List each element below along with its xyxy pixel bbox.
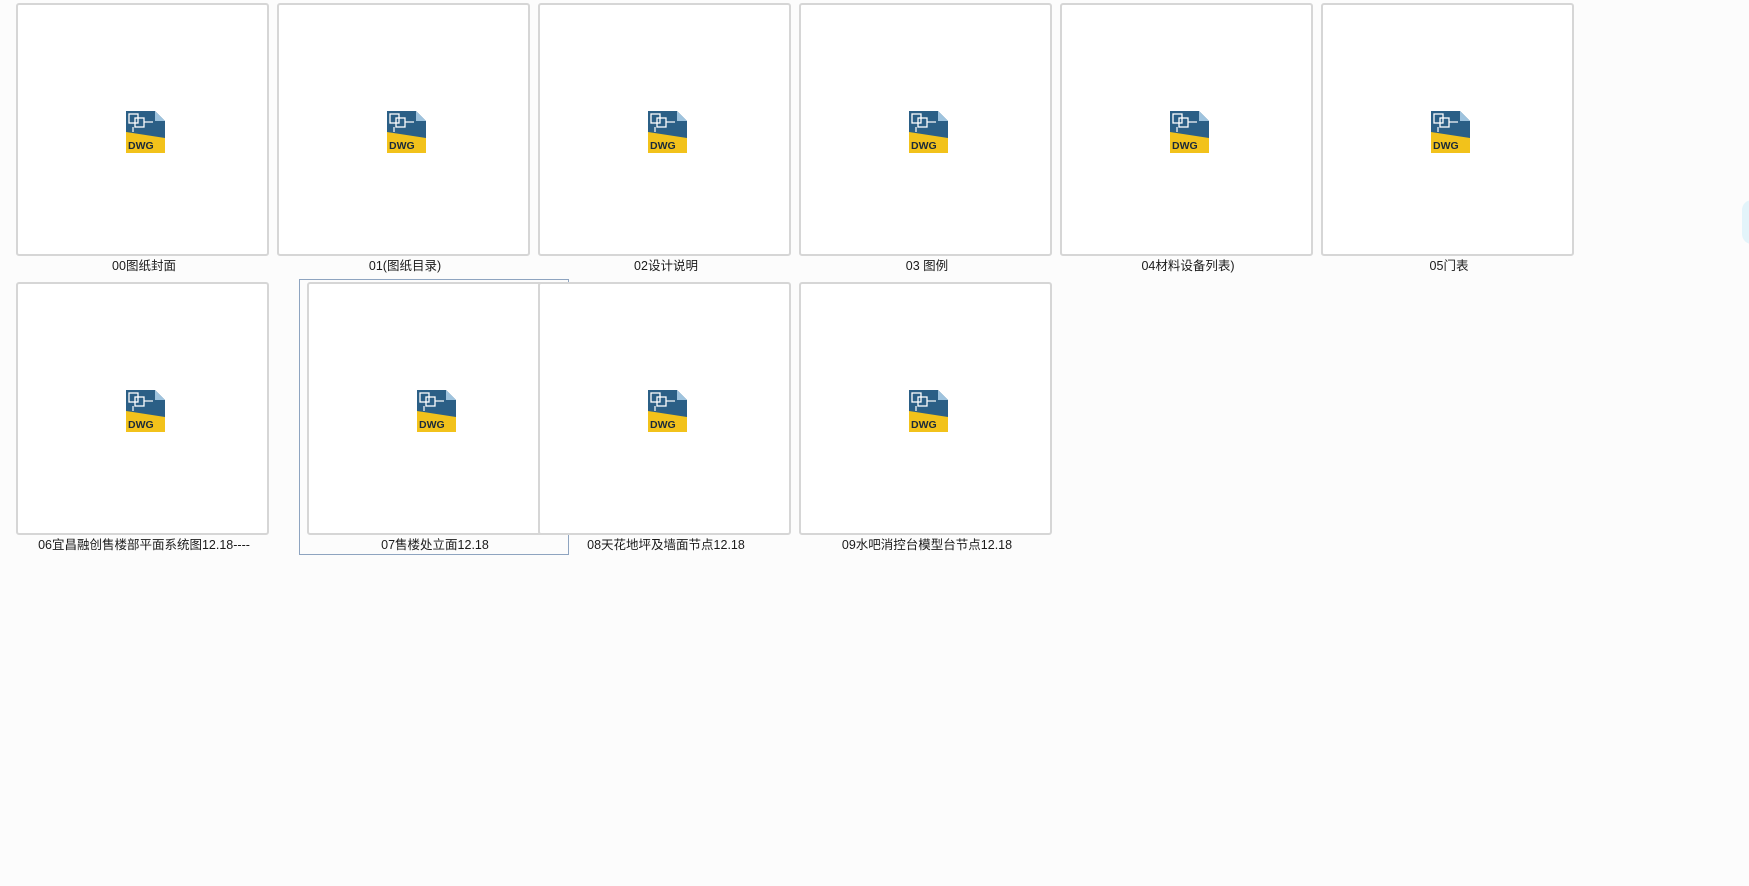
file-name[interactable]: 08天花地坪及墙面节点12.18 xyxy=(531,538,801,552)
file-item[interactable]: DWG 05门表 xyxy=(1313,0,1583,276)
dwg-file-icon: DWG xyxy=(1431,111,1470,153)
svg-text:DWG: DWG xyxy=(419,419,445,431)
file-thumbnail[interactable]: DWG xyxy=(799,282,1052,535)
file-item[interactable]: DWG 09水吧消控台模型台节点12.18 xyxy=(791,279,1061,555)
file-grid: DWG 00图纸封面 DWG 01(图纸目录) DWG 02设计说明 DWG 0… xyxy=(0,0,1749,886)
dwg-file-icon: DWG xyxy=(126,390,165,432)
file-name[interactable]: 09水吧消控台模型台节点12.18 xyxy=(792,538,1062,552)
dwg-file-icon: DWG xyxy=(909,111,948,153)
svg-text:DWG: DWG xyxy=(389,140,415,152)
file-name[interactable]: 00图纸封面 xyxy=(9,259,279,273)
file-thumbnail[interactable]: DWG xyxy=(799,3,1052,256)
dwg-file-icon: DWG xyxy=(417,390,456,432)
dwg-file-icon: DWG xyxy=(909,390,948,432)
file-item[interactable]: DWG 08天花地坪及墙面节点12.18 xyxy=(530,279,800,555)
file-thumbnail[interactable]: DWG xyxy=(16,282,269,535)
file-name[interactable]: 01(图纸目录) xyxy=(270,259,540,273)
file-thumbnail[interactable]: DWG xyxy=(277,3,530,256)
file-thumbnail[interactable]: DWG xyxy=(1060,3,1313,256)
dwg-file-icon: DWG xyxy=(648,390,687,432)
svg-text:DWG: DWG xyxy=(650,419,676,431)
file-item[interactable]: DWG 06宜昌融创售楼部平面系统图12.18---- xyxy=(8,279,278,555)
svg-text:DWG: DWG xyxy=(911,419,937,431)
dwg-file-icon: DWG xyxy=(648,111,687,153)
edge-bubble xyxy=(1742,200,1749,244)
svg-text:DWG: DWG xyxy=(1172,140,1198,152)
svg-text:DWG: DWG xyxy=(911,140,937,152)
file-item[interactable]: DWG 02设计说明 xyxy=(530,0,800,276)
file-thumbnail[interactable]: DWG xyxy=(538,3,791,256)
file-item[interactable]: DWG 03 图例 xyxy=(791,0,1061,276)
dwg-file-icon: DWG xyxy=(126,111,165,153)
file-thumbnail[interactable]: DWG xyxy=(16,3,269,256)
svg-text:DWG: DWG xyxy=(1433,140,1459,152)
svg-text:DWG: DWG xyxy=(128,140,154,152)
file-name[interactable]: 04材料设备列表) xyxy=(1053,259,1323,273)
svg-text:DWG: DWG xyxy=(650,140,676,152)
svg-text:DWG: DWG xyxy=(128,419,154,431)
file-thumbnail[interactable]: DWG xyxy=(538,282,791,535)
file-name[interactable]: 05门表 xyxy=(1314,259,1584,273)
file-item-selected[interactable]: DWG 07售楼处立面12.18 xyxy=(299,279,569,555)
file-name[interactable]: 06宜昌融创售楼部平面系统图12.18---- xyxy=(9,538,279,552)
file-thumbnail[interactable]: DWG xyxy=(1321,3,1574,256)
file-thumbnail[interactable]: DWG xyxy=(307,282,560,535)
file-item[interactable]: DWG 01(图纸目录) xyxy=(269,0,539,276)
file-name[interactable]: 03 图例 xyxy=(792,259,1062,273)
dwg-file-icon: DWG xyxy=(1170,111,1209,153)
file-item[interactable]: DWG 00图纸封面 xyxy=(8,0,278,276)
file-name[interactable]: 02设计说明 xyxy=(531,259,801,273)
file-item[interactable]: DWG 04材料设备列表) xyxy=(1052,0,1322,276)
dwg-file-icon: DWG xyxy=(387,111,426,153)
